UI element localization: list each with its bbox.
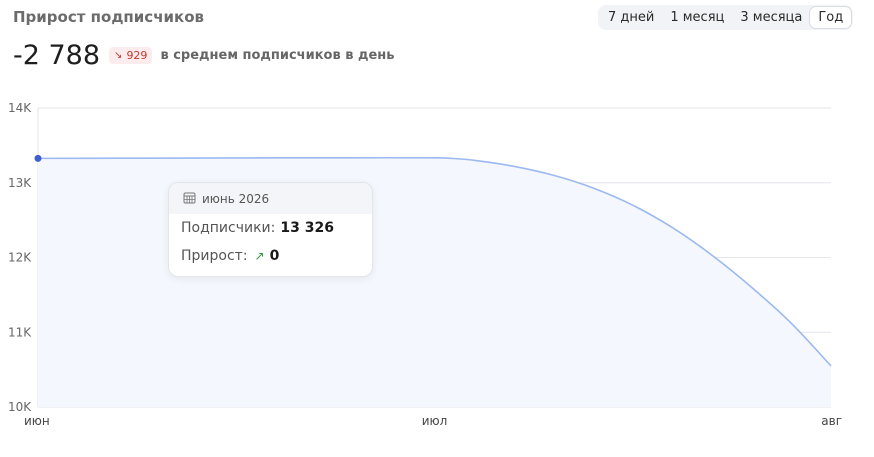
tooltip-date: июнь 2026 — [202, 191, 270, 206]
y-tick-label: 14K — [8, 101, 32, 115]
tooltip-growth-label: Прирост: — [181, 248, 248, 264]
chart-tooltip: июнь 2026 Подписчики: 13 326 Прирост: ↗ … — [168, 182, 373, 277]
tooltip-subscribers-row: Подписчики: 13 326 — [169, 214, 372, 242]
y-tick-label: 11K — [8, 325, 32, 339]
area-layer — [34, 154, 832, 407]
y-tick-label: 12K — [8, 251, 32, 265]
y-tick-label: 13K — [8, 176, 32, 190]
x-tick-label: июн — [24, 414, 50, 428]
tooltip-growth-row: Прирост: ↗ 0 — [169, 242, 372, 270]
x-tick-label: авг — [821, 414, 842, 428]
arrow-up-right-icon: ↗ — [254, 249, 265, 263]
tooltip-growth-value: 0 — [269, 248, 280, 264]
tooltip-subscribers-label: Подписчики: — [181, 220, 276, 236]
y-tick-label: 10K — [8, 400, 32, 414]
tooltip-header: июнь 2026 — [169, 183, 372, 214]
hover-point-marker — [34, 154, 42, 162]
tooltip-subscribers-value: 13 326 — [280, 220, 334, 236]
subscribers-area-chart: 10K 11K 12K 13K 14K июн июл авг — [8, 101, 842, 428]
series-area-fill — [38, 157, 831, 407]
calendar-icon — [183, 191, 196, 207]
x-tick-label: июл — [422, 414, 448, 428]
